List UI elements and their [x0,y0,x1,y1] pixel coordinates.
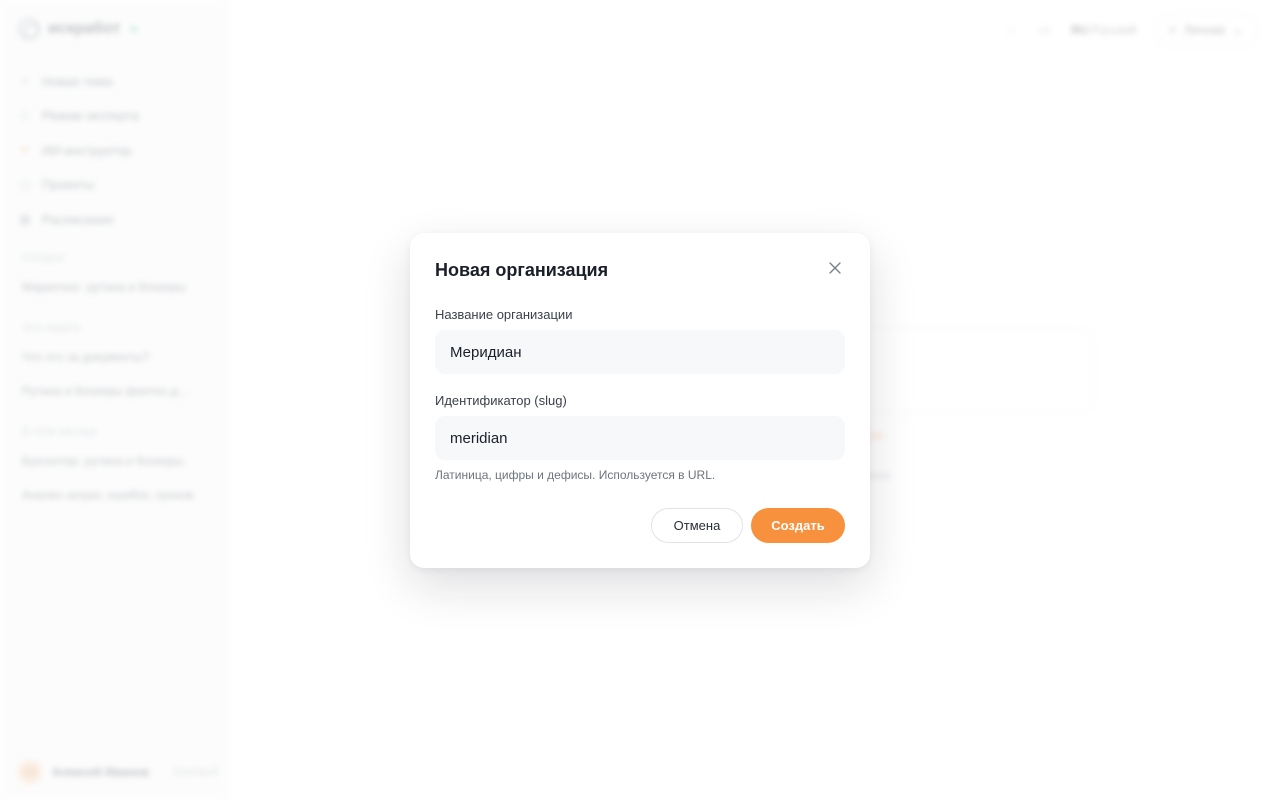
slug-input[interactable] [435,416,845,460]
create-button[interactable]: Создать [751,508,845,543]
org-name-label: Название организации [435,307,573,322]
new-organization-dialog: Новая организация Название организации И… [410,233,870,568]
org-name-input[interactable] [435,330,845,374]
app-root: искработ + Новая тема ⚇ Режим эксперта ✦… [0,0,1280,800]
close-button[interactable] [824,257,846,279]
cancel-button[interactable]: Отмена [651,508,743,543]
slug-hint: Латиница, цифры и дефисы. Используется в… [435,468,716,482]
close-icon [829,262,841,274]
dialog-title: Новая организация [435,260,609,280]
slug-label: Идентификатор (slug) [435,393,567,408]
